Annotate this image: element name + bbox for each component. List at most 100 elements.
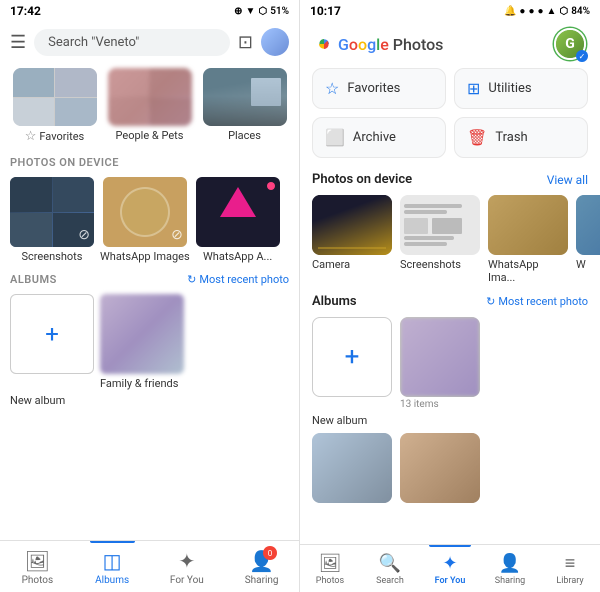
albums-section-label-left: ALBUMS [10,273,57,286]
people-pets-label: People & Pets [116,129,184,142]
favorites-label: ☆ Favorites [25,129,85,144]
google-photos-logo: Google Photos [314,34,443,54]
trash-button-right[interactable]: 🗑 Trash [454,117,588,158]
people-pets-thumb [108,68,192,126]
left-time: 17:42 [10,4,41,18]
utilities-qa-icon: ⊞ [467,79,480,98]
device-screenshots-left[interactable]: ⊘ Screenshots [10,177,94,263]
right-nav-foryou[interactable]: ✦ For You [420,545,480,592]
w-cut-label: W [576,258,600,271]
category-favorites[interactable]: ☆ Favorites [10,68,99,144]
foryou-active-bar [429,545,471,547]
foryou-nav-icon-left: ✦ [178,549,195,573]
screenshots-label-left: Screenshots [22,250,83,263]
title-photos: Photos [393,35,444,54]
family-friends-label-left: Family & friends [100,377,184,390]
right-status-bar: 10:17 🔔 ● ● ● ▲ ⬡ 84% [300,0,600,22]
right-library-icon: ≡ [565,553,576,574]
category-people-pets[interactable]: People & Pets [105,68,194,144]
favorites-qa-icon: ☆ [325,79,339,98]
refresh-icon-left: ↻ [187,273,196,286]
photos-on-device-row-right: Photos on device View all [300,166,600,191]
google-photos-header: Google Photos G ✓ [300,22,600,68]
google-photos-icon [314,34,334,54]
wa-images-label-left: WhatsApp Images [100,250,190,263]
most-recent-link-left[interactable]: ↻ Most recent photo [187,273,289,286]
new-album-button-right[interactable]: + [312,317,392,397]
sharing-nav-label-left: Sharing [245,575,279,586]
screenshots-thumb-right [400,195,480,255]
dot2-icon: ● [528,6,534,17]
album-card-right[interactable]: 13 items [400,317,480,410]
screenshots-label-right: Screenshots [400,258,480,271]
favorites-button-right[interactable]: ☆ Favorites [312,68,446,109]
ss-line3 [404,236,454,240]
avatar-verified-badge: ✓ [576,50,588,62]
google-photos-title: Google Photos [338,35,443,54]
nav-photos-left[interactable]: 🖼 Photos [0,541,75,592]
most-recent-link-right[interactable]: ↻ Most recent photo [486,295,588,308]
nav-foryou-left[interactable]: ✦ For You [150,541,225,592]
wa-images-thumb: ⊘ [103,177,187,247]
new-album-button-left[interactable]: + [10,294,94,374]
ss-line2 [404,210,447,214]
photos-nav-label-left: Photos [22,575,54,586]
sim-icon: ⊕ [234,6,242,17]
right-nav-library[interactable]: ≡ Library [540,545,600,592]
trash-qa-label: Trash [495,130,527,145]
device-wa-a-left[interactable]: WhatsApp A... [196,177,280,263]
archive-button-right[interactable]: ⬜ Archive [312,117,446,158]
menu-icon[interactable]: ☰ [10,32,26,53]
dot1-icon: ● [519,6,525,17]
wa-no-preview-icon: ⊘ [171,227,183,243]
places-thumb [203,68,287,126]
alarm-icon: 🔔 [504,6,516,17]
screenshots-thumb: ⊘ [10,177,94,247]
device-w-cut[interactable]: W [576,195,600,284]
right-photos-label: Photos [316,576,344,586]
right-photos-icon: 🖼 [319,553,342,574]
right-nav-search[interactable]: 🔍 Search [360,545,420,592]
bottom-nav-right: 🖼 Photos 🔍 Search ✦ For You 👤 Sharing ≡ … [300,544,600,592]
search-box[interactable]: Search "Veneto" [34,29,230,56]
wifi-icon: ⬡ [258,6,267,17]
right-time: 10:17 [310,4,341,18]
category-places[interactable]: Places [200,68,289,144]
battery-left: 51% [270,6,289,17]
utilities-button-right[interactable]: ⊞ Utilities [454,68,588,109]
for-you-row [300,429,600,507]
title-o2: o [358,35,367,54]
avatar-container-right: G ✓ [554,28,586,60]
device-wa-images-left[interactable]: ⊘ WhatsApp Images [100,177,190,263]
trash-qa-icon: 🗑 [467,128,487,147]
new-album-label-right: New album [312,414,367,427]
cast-icon[interactable]: ⊡ [238,32,253,53]
device-wa-images-right[interactable]: WhatsApp Ima... [488,195,568,284]
nav-albums-left[interactable]: ◫ Albums [75,541,150,592]
ss-line4 [404,242,447,246]
wa-a-label-left: WhatsApp A... [203,250,272,263]
search-placeholder: Search "Veneto" [48,35,139,50]
user-avatar-left[interactable] [261,28,289,56]
foryou-nav-label-left: For You [170,575,204,586]
for-you-card2[interactable] [400,433,480,503]
device-screenshots-right[interactable]: Screenshots [400,195,480,284]
no-preview-icon: ⊘ [78,227,90,243]
album-card-count: 13 items [400,399,480,410]
right-nav-photos[interactable]: 🖼 Photos [300,545,360,592]
left-search-bar: ☰ Search "Veneto" ⊡ [0,22,299,62]
wa-label-right: WhatsApp Ima... [488,258,568,284]
nav-sharing-left[interactable]: 👤 Sharing 0 [224,541,299,592]
favorites-thumb [13,68,97,126]
left-status-bar: 17:42 ⊕ ▼ ⬡ 51% [0,0,299,22]
archive-qa-label: Archive [353,130,396,145]
signal-right-icon: ▲ [547,6,557,17]
photos-nav-icon-left: 🖼 [25,549,50,573]
album-family-friends-left[interactable]: Family & friends [100,294,184,390]
for-you-card1[interactable] [312,433,392,503]
right-nav-sharing[interactable]: 👤 Sharing [480,545,540,592]
view-all-link[interactable]: View all [547,173,588,187]
plus-icon-left: + [45,320,59,348]
device-camera[interactable]: Camera [312,195,392,284]
wa-a-thumb [196,177,280,247]
